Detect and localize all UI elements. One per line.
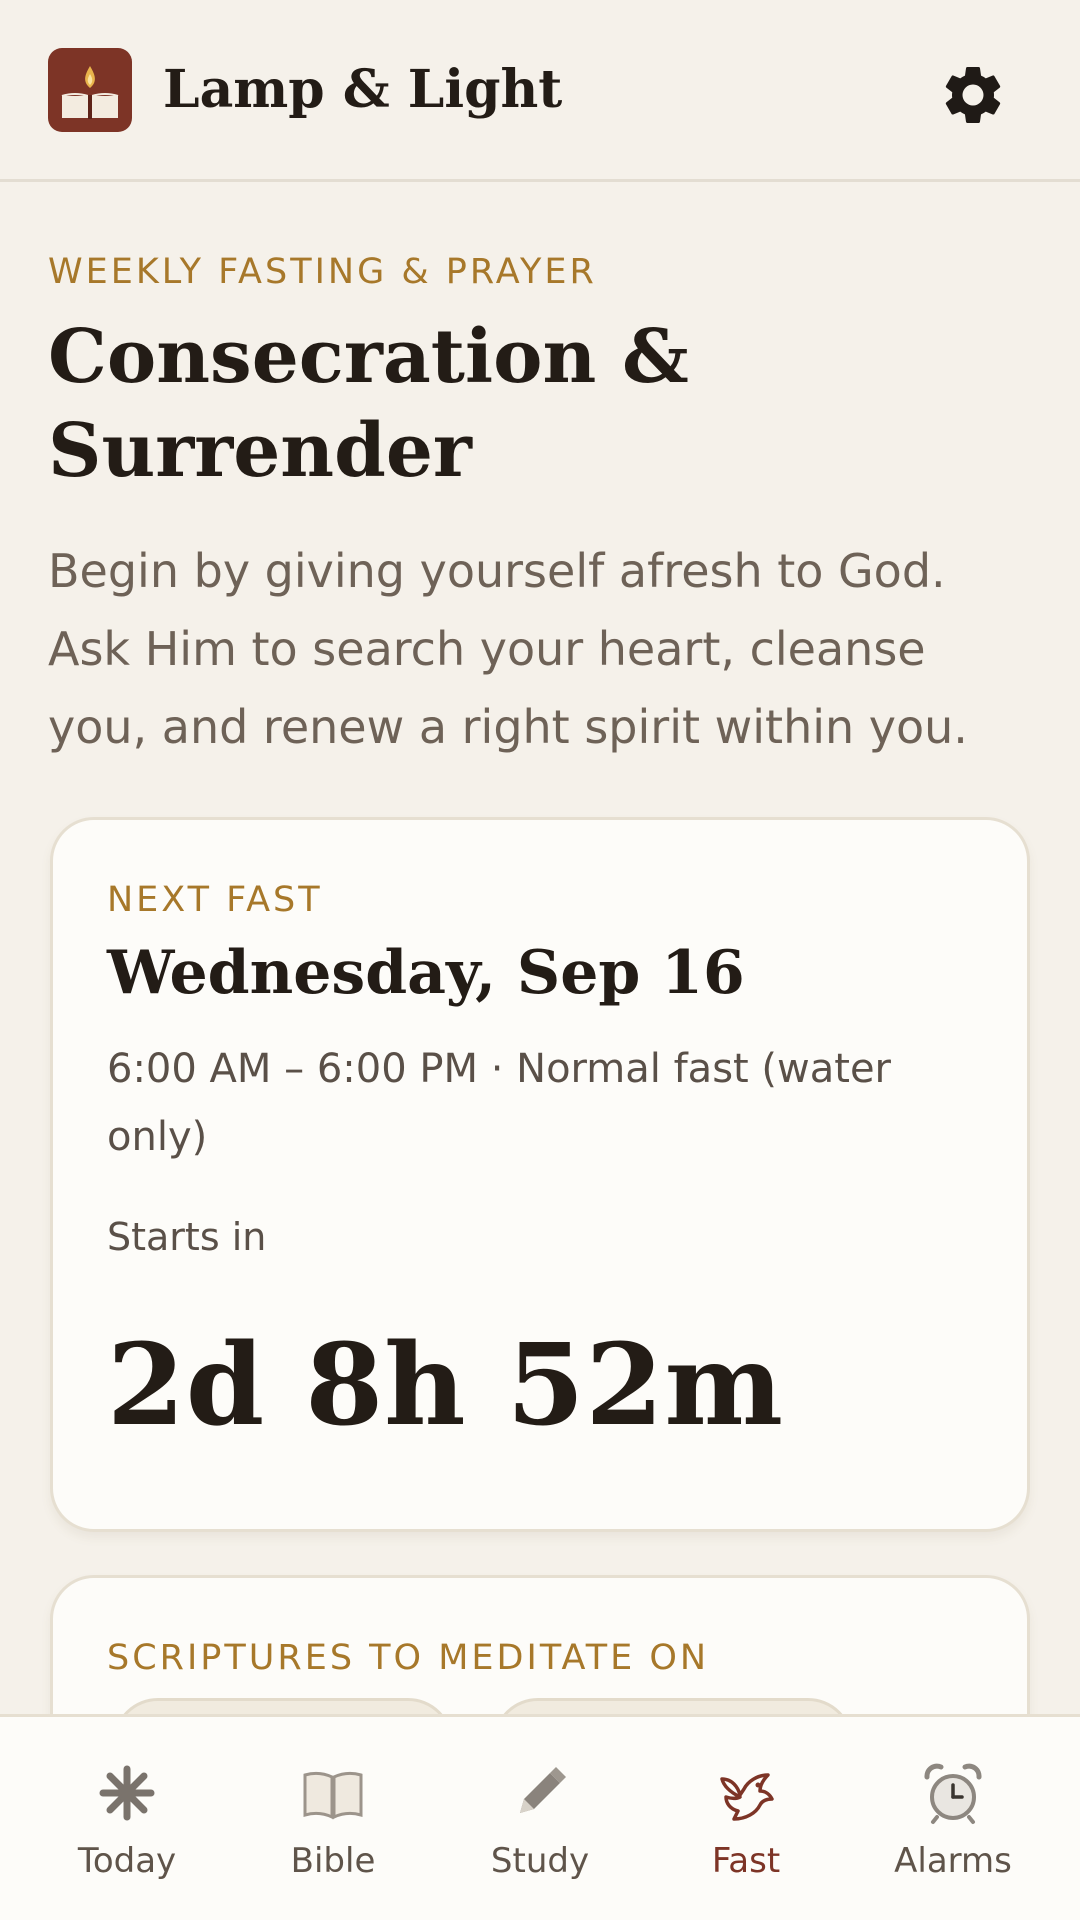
next-fast-card[interactable]: NEXT FAST Wednesday, Sep 16 6:00 AM – 6:… xyxy=(50,817,1030,1532)
nav-item-alarms[interactable]: Alarms xyxy=(850,1717,1056,1920)
next-fast-date: Wednesday, Sep 16 xyxy=(107,938,745,1008)
pencil-icon xyxy=(520,1767,566,1813)
settings-button[interactable] xyxy=(938,60,1008,130)
nav-item-today[interactable]: Today xyxy=(24,1717,230,1920)
next-fast-label: NEXT FAST xyxy=(107,880,323,920)
nav-item-study[interactable]: Study xyxy=(437,1717,643,1920)
nav-label-bible: Bible xyxy=(290,1841,376,1881)
section-eyebrow: WEEKLY FASTING & PRAYER xyxy=(48,252,597,292)
page-title: Consecration & Surrender xyxy=(48,314,689,494)
app-header: Lamp & Light xyxy=(0,0,1080,182)
app-root: Lamp & Light WEEKLY FASTING & PRAYER Con… xyxy=(0,0,1080,1920)
nav-label-fast: Fast xyxy=(711,1841,781,1881)
nav-label-alarms: Alarms xyxy=(894,1841,1012,1881)
lamp-book-icon xyxy=(61,66,119,119)
scriptures-label: SCRIPTURES TO MEDITATE ON xyxy=(107,1638,710,1678)
nav-item-fast[interactable]: Fast xyxy=(643,1717,849,1920)
alarm-clock-icon xyxy=(924,1763,982,1824)
next-fast-details: 6:00 AM – 6:00 PM · Normal fast (water o… xyxy=(107,1046,892,1160)
open-book-icon xyxy=(303,1771,363,1820)
app-logo xyxy=(48,48,132,132)
dove-icon xyxy=(720,1773,774,1821)
gear-icon xyxy=(945,66,1001,123)
nav-label-today: Today xyxy=(77,1841,177,1881)
sparkle-icon xyxy=(99,1765,155,1821)
nav-label-study: Study xyxy=(490,1841,590,1881)
intro-description: Begin by giving yourself afresh to God. … xyxy=(48,544,968,754)
app-title: Lamp & Light xyxy=(163,59,563,120)
bottom-nav: Today Bible Study Fast Alarms xyxy=(0,1714,1080,1920)
starts-in-label: Starts in xyxy=(107,1215,267,1259)
countdown-timer: 2d 8h 52m xyxy=(107,1320,784,1451)
nav-item-bible[interactable]: Bible xyxy=(230,1717,436,1920)
